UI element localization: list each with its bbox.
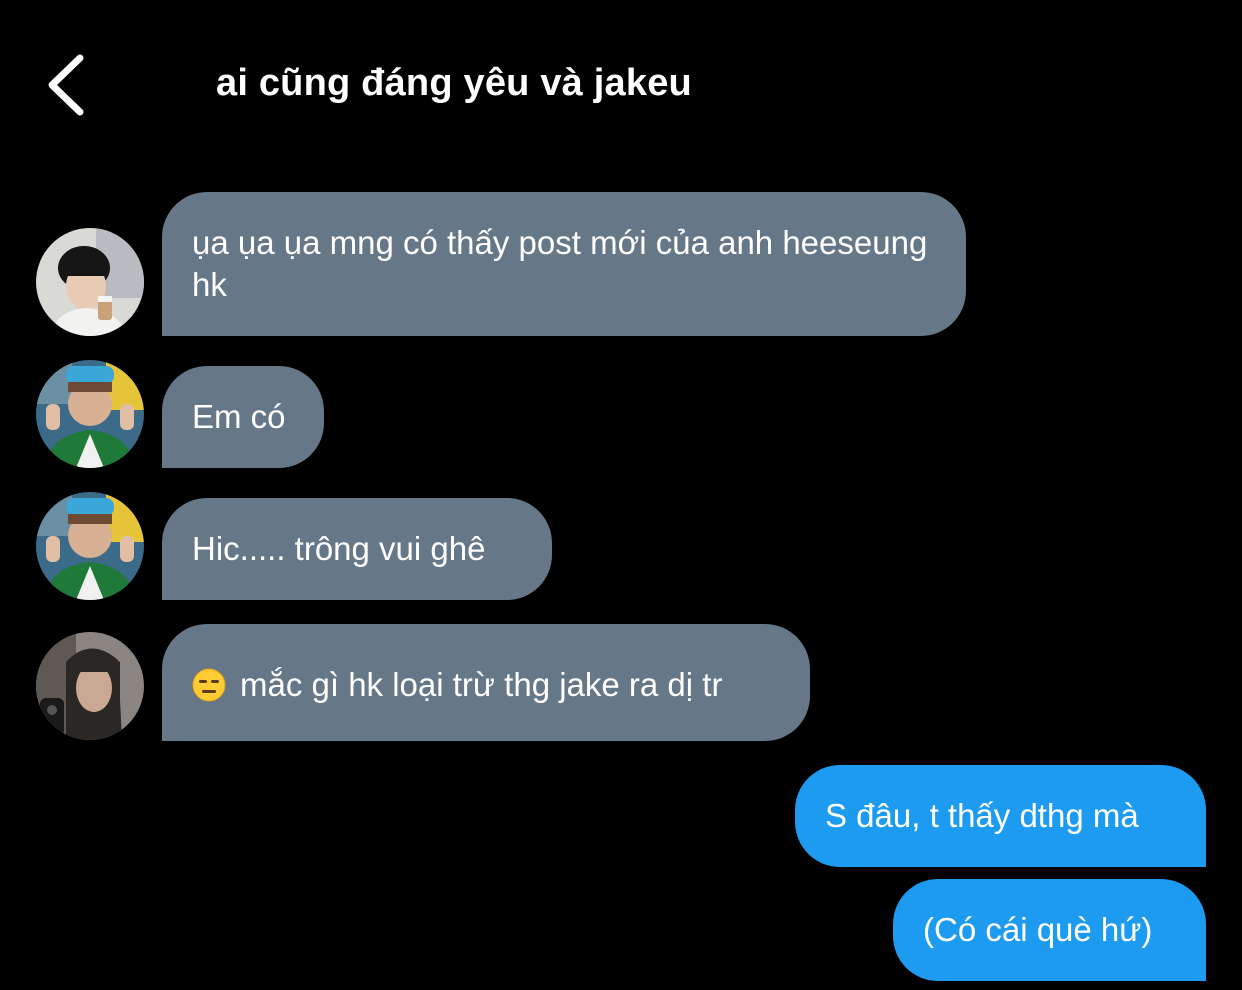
message-bubble-incoming[interactable]: ụa ụa ụa mng có thấy post mới của anh he… (162, 192, 966, 336)
message-bubble-incoming[interactable]: Em có (162, 366, 324, 468)
conversation-title: ai cũng đáng yêu và jakeu (216, 62, 692, 104)
message-text: Em có (192, 398, 286, 435)
message-bubble-outgoing[interactable]: S đâu, t thấy dthg mà (795, 765, 1206, 867)
avatar[interactable] (36, 492, 144, 600)
message-text: mắc gì hk loại trừ thg jake ra dị tr (240, 666, 723, 703)
message-text: (Có cái què hứ) (923, 911, 1153, 948)
back-button[interactable] (38, 50, 98, 120)
expressionless-face-emoji (192, 668, 226, 702)
message-text: ụa ụa ụa mng có thấy post mới của anh he… (192, 224, 928, 303)
chat-header: ai cũng đáng yêu và jakeu (0, 0, 1242, 170)
message-bubble-incoming[interactable]: mắc gì hk loại trừ thg jake ra dị tr (162, 624, 810, 741)
message-text: Hic..... trông vui ghê (192, 530, 486, 567)
message-text: S đâu, t thấy dthg mà (825, 797, 1139, 834)
chevron-left-icon (48, 54, 84, 116)
message-bubble-incoming[interactable]: Hic..... trông vui ghê (162, 498, 552, 600)
message-bubble-outgoing[interactable]: (Có cái què hứ) (893, 879, 1206, 981)
avatar[interactable] (36, 632, 144, 740)
avatar[interactable] (36, 228, 144, 336)
avatar[interactable] (36, 360, 144, 468)
chat-screen: ai cũng đáng yêu và jakeu ụa ụa ụa mng c… (0, 0, 1242, 990)
